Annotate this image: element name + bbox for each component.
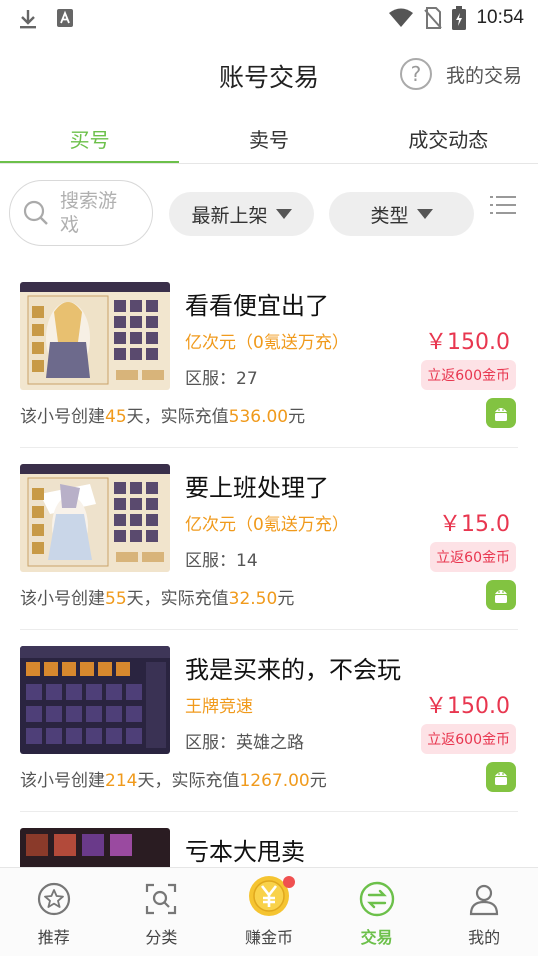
list-item[interactable]: 看看便宜出了 亿次元（0氪送万充） 区服：27 ￥150.0 立返600金币 该… (0, 266, 538, 448)
header: 账号交易 ? 我的交易 (0, 40, 538, 108)
listing-game-name: 亿次元（0氪送万充） (185, 515, 349, 535)
rebate-badge: 立返600金币 (421, 360, 516, 390)
game-screenshot-thumbnail (20, 646, 170, 754)
nav-earn-coins[interactable]: 赚金币 (215, 868, 323, 956)
user-icon (470, 884, 499, 916)
tabs-divider (0, 163, 538, 164)
android-icon (486, 398, 516, 428)
listing-server: 区服：英雄之路 (185, 733, 304, 753)
listing-list: 看看便宜出了 亿次元（0氪送万充） 区服：27 ￥150.0 立返600金币 该… (0, 266, 538, 956)
triangle-down-icon (275, 209, 292, 219)
sort-label: 最新上架 (191, 204, 268, 227)
search-input[interactable]: 搜索游戏 (9, 180, 153, 246)
tab-bar: 买号 卖号 成交动态 (0, 112, 538, 164)
listing-price: ￥150.0 (425, 330, 510, 355)
no-sim-icon (424, 7, 443, 29)
listing-title: 看看便宜出了 (185, 292, 329, 320)
android-icon (486, 580, 516, 610)
game-screenshot-thumbnail (20, 282, 170, 390)
triangle-down-icon (416, 209, 433, 219)
my-trade-label: 我的交易 (445, 64, 522, 87)
type-label: 类型 (370, 204, 409, 227)
nav-label: 交易 (360, 928, 393, 947)
list-view-icon[interactable] (490, 194, 516, 216)
rebate-badge: 立返60金币 (430, 542, 516, 572)
listing-price: ￥15.0 (439, 512, 510, 537)
listing-info: 该小号创建214天，实际充值1267.00元 (20, 771, 327, 791)
listing-server: 区服：27 (185, 369, 258, 389)
rebate-badge: 立返600金币 (421, 724, 516, 754)
text-input-icon (57, 9, 73, 27)
listing-title: 要上班处理了 (185, 474, 329, 502)
list-item[interactable]: 要上班处理了 亿次元（0氪送万充） 区服：14 ￥15.0 立返60金币 该小号… (0, 448, 538, 630)
nav-trade[interactable]: 交易 (323, 868, 431, 956)
nav-category[interactable]: 分类 (108, 868, 216, 956)
listing-info: 该小号创建45天，实际充值536.00元 (20, 407, 306, 427)
android-icon (486, 762, 516, 792)
star-badge-icon (37, 882, 70, 916)
category-scan-icon (146, 883, 177, 915)
battery-charging-icon (452, 6, 467, 30)
wifi-icon (389, 8, 414, 27)
exchange-icon (359, 881, 394, 917)
game-screenshot-thumbnail (20, 464, 170, 572)
tab-deals[interactable]: 成交动态 (359, 112, 538, 164)
listing-info: 该小号创建55天，实际充值32.50元 (20, 589, 295, 609)
bottom-nav: 推荐 分类 赚金币 交易 我的 (0, 867, 538, 956)
filter-bar: 搜索游戏 最新上架 类型 (0, 178, 538, 250)
nav-label: 推荐 (37, 928, 70, 947)
status-bar: 10:54 (0, 0, 538, 38)
listing-server: 区服：14 (185, 551, 258, 571)
nav-label: 我的 (468, 928, 501, 947)
search-icon (23, 200, 48, 225)
listing-title: 亏本大甩卖 (185, 838, 305, 866)
listing-price: ￥150.0 (425, 694, 510, 719)
tab-sell[interactable]: 卖号 (179, 112, 358, 164)
tab-buy[interactable]: 买号 (0, 112, 180, 164)
listing-game-name: 王牌竞速 (185, 697, 253, 717)
listing-title: 我是买来的，不会玩 (185, 656, 401, 684)
nav-recommend[interactable]: 推荐 (0, 868, 108, 956)
listing-game-name: 亿次元（0氪送万充） (185, 333, 349, 353)
my-trade-button[interactable]: ? 我的交易 (399, 58, 522, 90)
search-placeholder: 搜索游戏 (60, 190, 118, 236)
nav-label: 赚金币 (244, 928, 293, 947)
type-dropdown[interactable]: 类型 (329, 192, 474, 236)
help-circle-icon[interactable]: ? (399, 58, 432, 90)
status-time: 10:54 (476, 7, 524, 28)
list-item[interactable]: 我是买来的，不会玩 王牌竞速 区服：英雄之路 ￥150.0 立返600金币 该小… (0, 630, 538, 812)
nav-label: 分类 (145, 928, 178, 947)
nav-mine[interactable]: 我的 (430, 868, 538, 956)
sort-latest-dropdown[interactable]: 最新上架 (169, 192, 314, 236)
download-icon (20, 10, 36, 29)
notification-dot (282, 876, 295, 888)
